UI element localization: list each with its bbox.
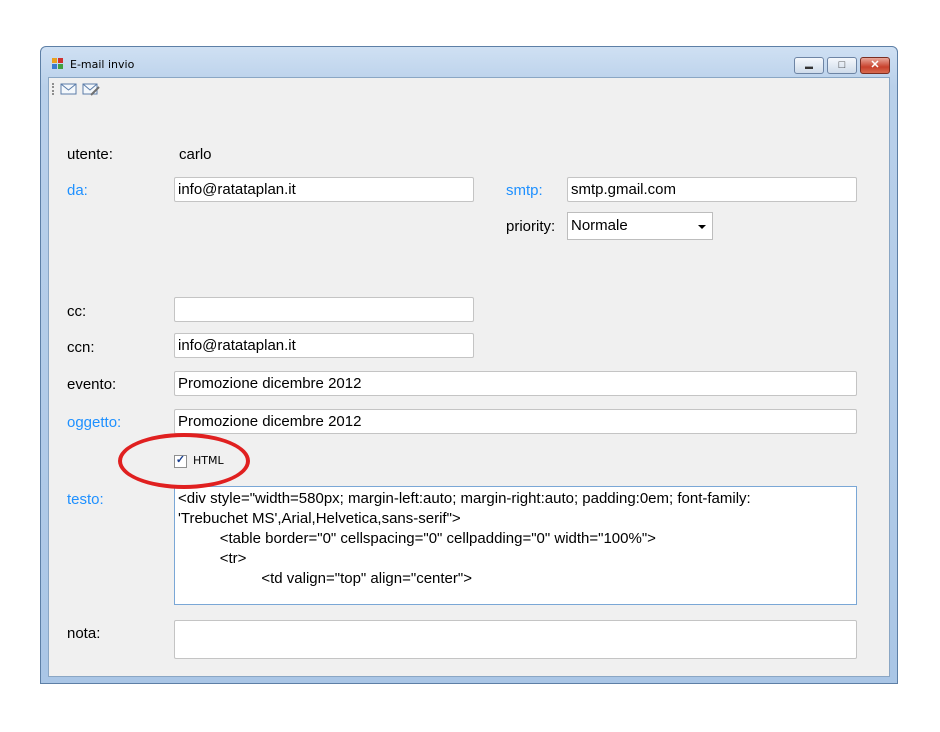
ccn-field[interactable]: info@ratataplan.it <box>174 333 474 358</box>
priority-select[interactable]: Normale <box>567 212 713 240</box>
priority-label: priority: <box>506 218 556 235</box>
highlight-circle <box>118 433 250 489</box>
smtp-label: smtp: <box>506 182 543 199</box>
close-icon: ✕ <box>870 59 880 71</box>
testo-textarea[interactable]: <div style="width=580px; margin-left:aut… <box>174 486 857 605</box>
oggetto-field[interactable]: Promozione dicembre 2012 <box>174 409 857 434</box>
email-window: E-mail invio ▬ □ ✕ utente: carlo da: inf… <box>40 46 898 684</box>
maximize-icon: □ <box>838 59 846 71</box>
mail-edit-icon[interactable] <box>82 82 100 96</box>
priority-value: Normale <box>571 217 628 234</box>
da-label: da: <box>67 182 88 199</box>
minimize-icon: ▬ <box>805 62 813 71</box>
title-bar[interactable]: E-mail invio ▬ □ ✕ <box>41 47 897 77</box>
toolbar <box>49 78 889 100</box>
testo-line: <td valign="top" align="center"> <box>178 570 472 587</box>
testo-line: <table border="0" cellspacing="0" cellpa… <box>178 530 656 547</box>
ccn-label: ccn: <box>67 339 95 356</box>
evento-field[interactable]: Promozione dicembre 2012 <box>174 371 857 396</box>
testo-line: <div style="width=580px; margin-left:aut… <box>178 490 751 507</box>
utente-value: carlo <box>179 146 212 163</box>
mail-send-icon[interactable] <box>60 82 78 96</box>
cc-field[interactable] <box>174 297 474 322</box>
utente-label: utente: <box>67 146 113 163</box>
da-field[interactable]: info@ratataplan.it <box>174 177 474 202</box>
minimize-button[interactable]: ▬ <box>794 57 824 74</box>
close-button[interactable]: ✕ <box>860 57 890 74</box>
nota-label: nota: <box>67 625 101 642</box>
testo-line: <tr> <box>178 550 247 567</box>
testo-line: 'Trebuchet MS',Arial,Helvetica,sans-seri… <box>178 510 461 527</box>
nota-field[interactable] <box>174 620 857 659</box>
evento-label: evento: <box>67 376 117 393</box>
window-title: E-mail invio <box>70 58 135 71</box>
smtp-field[interactable]: smtp.gmail.com <box>567 177 857 202</box>
cc-label: cc: <box>67 303 87 320</box>
oggetto-label: oggetto: <box>67 414 122 431</box>
maximize-button[interactable]: □ <box>827 57 857 74</box>
app-icon <box>52 58 64 70</box>
dropdown-arrow-icon[interactable] <box>698 225 706 229</box>
toolbar-grip[interactable] <box>52 83 56 95</box>
testo-label: testo: <box>67 491 104 508</box>
form-area: utente: carlo da: info@ratataplan.it smt… <box>48 77 890 677</box>
